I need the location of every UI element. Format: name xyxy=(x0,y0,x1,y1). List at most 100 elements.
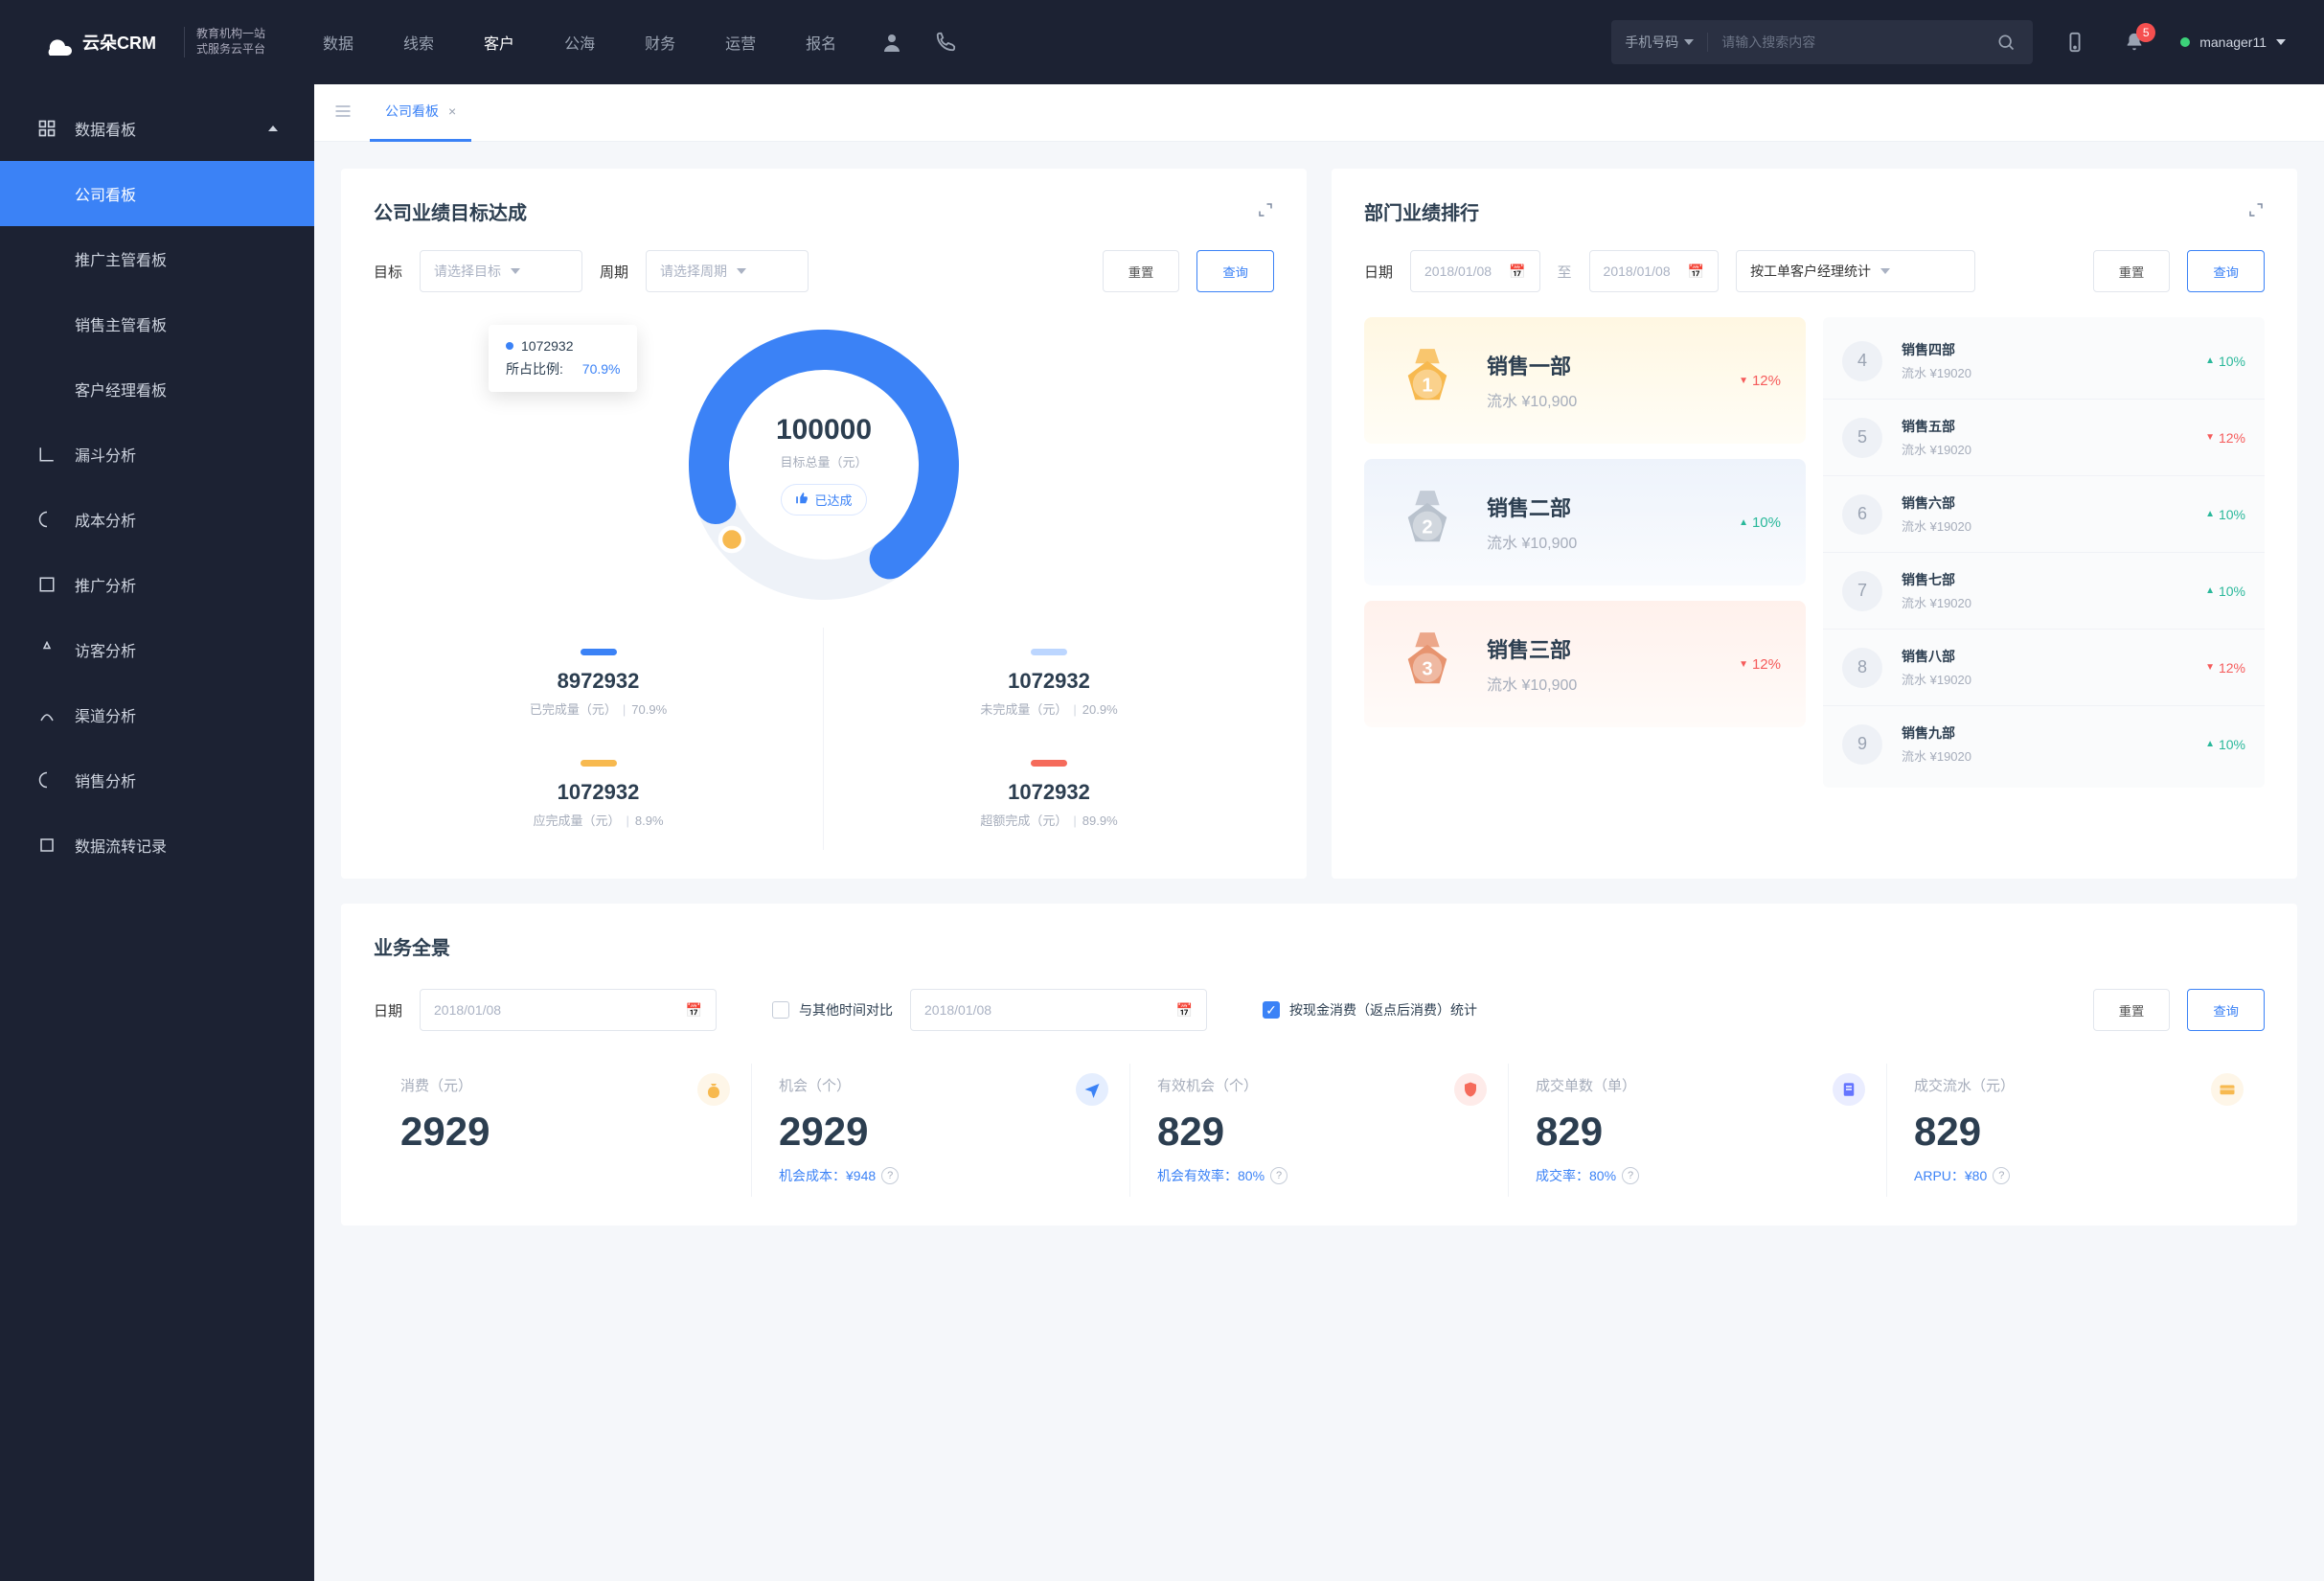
kpi-cell: 成交单数（单）829成交率：80%? xyxy=(1509,1064,1887,1197)
kpi-cell: 有效机会（个）829机会有效率：80%? xyxy=(1130,1064,1509,1197)
medal-icon: 1 xyxy=(1389,342,1466,419)
card-title: 业务全景 xyxy=(374,932,450,960)
calendar-icon: 📅 xyxy=(1176,1002,1193,1019)
search-input[interactable] xyxy=(1708,34,1993,50)
date-from[interactable]: 2018/01/08📅 xyxy=(1410,250,1540,292)
card-goal-achievement: 公司业绩目标达成 目标 请选择目标 周期 请选择周期 重置 查询 xyxy=(341,169,1307,879)
query-button[interactable]: 查询 xyxy=(2187,250,2265,292)
select-mode[interactable]: 按工单客户经理统计 xyxy=(1736,250,1975,292)
topnav-item[interactable]: 运营 xyxy=(725,31,756,54)
date-input-b[interactable]: 2018/01/08📅 xyxy=(910,989,1207,1031)
topnav-item[interactable]: 财务 xyxy=(645,31,675,54)
mobile-icon[interactable] xyxy=(2062,29,2088,56)
sidebar-icon xyxy=(36,639,57,660)
tab-company-board[interactable]: 公司看板 × xyxy=(370,84,471,142)
logo-icon: 云朵CRM xyxy=(38,23,172,61)
svg-text:1: 1 xyxy=(1422,375,1432,396)
query-button[interactable]: 查询 xyxy=(2187,989,2265,1031)
bell-icon[interactable]: 5 xyxy=(2121,29,2148,56)
sidebar-sub-item[interactable]: 推广主管看板 xyxy=(0,226,314,291)
close-icon[interactable]: × xyxy=(448,103,456,119)
date-to[interactable]: 2018/01/08📅 xyxy=(1589,250,1720,292)
sidebar-sub-item[interactable]: 客户经理看板 xyxy=(0,356,314,422)
doc-icon xyxy=(1833,1073,1865,1106)
reset-button[interactable]: 重置 xyxy=(2093,989,2171,1031)
rank-row[interactable]: 5销售五部流水 ¥19020▼ 12% xyxy=(1823,400,2265,476)
reset-button[interactable]: 重置 xyxy=(1103,250,1180,292)
label-to: 至 xyxy=(1558,262,1572,282)
rank-row[interactable]: 9销售九部流水 ¥19020▲ 10% xyxy=(1823,706,2265,782)
brand-name: 云朵CRM xyxy=(82,30,156,55)
chart-tooltip: 1072932 所占比例: 70.9% xyxy=(489,325,637,392)
tab-bar: 公司看板 × xyxy=(314,84,2324,142)
donut-center-label: 目标总量（元） xyxy=(776,452,872,470)
kpi-cell: 机会（个）2929机会成本：¥948? xyxy=(752,1064,1130,1197)
user-menu[interactable]: manager11 xyxy=(2180,34,2286,50)
card-title: 部门业绩排行 xyxy=(1364,197,1479,225)
sidebar-item[interactable]: 推广分析 xyxy=(0,552,314,617)
rank-row[interactable]: 7销售七部流水 ¥19020▲ 10% xyxy=(1823,553,2265,630)
label-date: 日期 xyxy=(374,1000,402,1020)
rank-row[interactable]: 4销售四部流水 ¥19020▲ 10% xyxy=(1823,323,2265,400)
cash-checkbox[interactable]: ✓ 按现金消费（返点后消费）统计 xyxy=(1263,1000,1477,1020)
help-icon[interactable]: ? xyxy=(1622,1167,1639,1184)
label-period: 周期 xyxy=(600,262,628,282)
label-date: 日期 xyxy=(1364,262,1393,282)
search-category-select[interactable]: 手机号码 xyxy=(1625,33,1708,52)
topnav-item[interactable]: 客户 xyxy=(484,31,514,54)
stat-cell: 1072932应完成量（元）|8.9% xyxy=(374,739,824,850)
phone-icon[interactable] xyxy=(932,29,959,56)
select-period[interactable]: 请选择周期 xyxy=(646,250,809,292)
sidebar-item[interactable]: 渠道分析 xyxy=(0,682,314,747)
rank-card[interactable]: 3销售三部流水 ¥10,900▼ 12% xyxy=(1364,601,1806,727)
date-input-a[interactable]: 2018/01/08📅 xyxy=(420,989,717,1031)
search-icon[interactable] xyxy=(1993,29,2019,56)
topnav-item[interactable]: 线索 xyxy=(403,31,434,54)
sidebar-item[interactable]: 数据流转记录 xyxy=(0,813,314,878)
query-button[interactable]: 查询 xyxy=(1196,250,1274,292)
topnav-item[interactable]: 公海 xyxy=(564,31,595,54)
sidebar-sub-item[interactable]: 销售主管看板 xyxy=(0,291,314,356)
stat-cell: 1072932超额完成（元）|89.9% xyxy=(824,739,1274,850)
stat-cell: 1072932未完成量（元）|20.9% xyxy=(824,628,1274,739)
topnav-item[interactable]: 报名 xyxy=(806,31,836,54)
sidebar-item[interactable]: 访客分析 xyxy=(0,617,314,682)
rank-card[interactable]: 2销售二部流水 ¥10,900▲ 10% xyxy=(1364,459,1806,585)
expand-icon[interactable] xyxy=(2247,201,2265,221)
reset-button[interactable]: 重置 xyxy=(2093,250,2171,292)
help-icon[interactable]: ? xyxy=(1270,1167,1287,1184)
sidebar-item[interactable]: 成本分析 xyxy=(0,487,314,552)
topnav-item[interactable]: 数据 xyxy=(323,31,353,54)
select-target[interactable]: 请选择目标 xyxy=(420,250,582,292)
kpi-cell: 消费（元）2929 xyxy=(374,1064,752,1197)
card-business-panorama: 业务全景 日期 2018/01/08📅 与其他时间对比 2018/01/08📅 … xyxy=(341,904,2297,1226)
rank-row[interactable]: 6销售六部流水 ¥19020▲ 10% xyxy=(1823,476,2265,553)
checkbox-icon xyxy=(772,1001,789,1019)
compare-checkbox[interactable]: 与其他时间对比 xyxy=(772,1000,893,1020)
chevron-up-icon xyxy=(268,126,278,131)
logo[interactable]: 云朵CRM 教育机构一站式服务云平台 xyxy=(38,23,265,61)
sidebar-item[interactable]: 销售分析 xyxy=(0,747,314,813)
sidebar-icon xyxy=(36,835,57,856)
help-icon[interactable]: ? xyxy=(881,1167,899,1184)
help-icon[interactable]: ? xyxy=(1993,1167,2010,1184)
sidebar-group-dashboard[interactable]: 数据看板 xyxy=(0,96,314,161)
top-nav: 数据 线索 客户 公海 财务 运营 报名 xyxy=(323,31,836,54)
chevron-down-icon xyxy=(2276,39,2286,45)
sidebar-icon xyxy=(36,509,57,530)
sidebar-icon xyxy=(36,769,57,790)
rank-card[interactable]: 1销售一部流水 ¥10,900▼ 12% xyxy=(1364,317,1806,444)
sidebar-sub-item[interactable]: 公司看板 xyxy=(0,161,314,226)
rank-row[interactable]: 8销售八部流水 ¥19020▼ 12% xyxy=(1823,630,2265,706)
sidebar-item[interactable]: 漏斗分析 xyxy=(0,422,314,487)
medal-icon: 3 xyxy=(1389,626,1466,702)
content-area: 公司看板 × 公司业绩目标达成 目标 请选择目标 周 xyxy=(314,84,2324,1581)
user-icon[interactable] xyxy=(878,29,905,56)
search-box[interactable]: 手机号码 xyxy=(1611,20,2033,64)
expand-icon[interactable] xyxy=(1257,201,1274,221)
label-target: 目标 xyxy=(374,262,402,282)
svg-text:3: 3 xyxy=(1422,658,1432,679)
money-bag-icon xyxy=(697,1073,730,1106)
hamburger-icon[interactable] xyxy=(333,102,353,124)
thumbs-up-icon xyxy=(795,492,809,508)
